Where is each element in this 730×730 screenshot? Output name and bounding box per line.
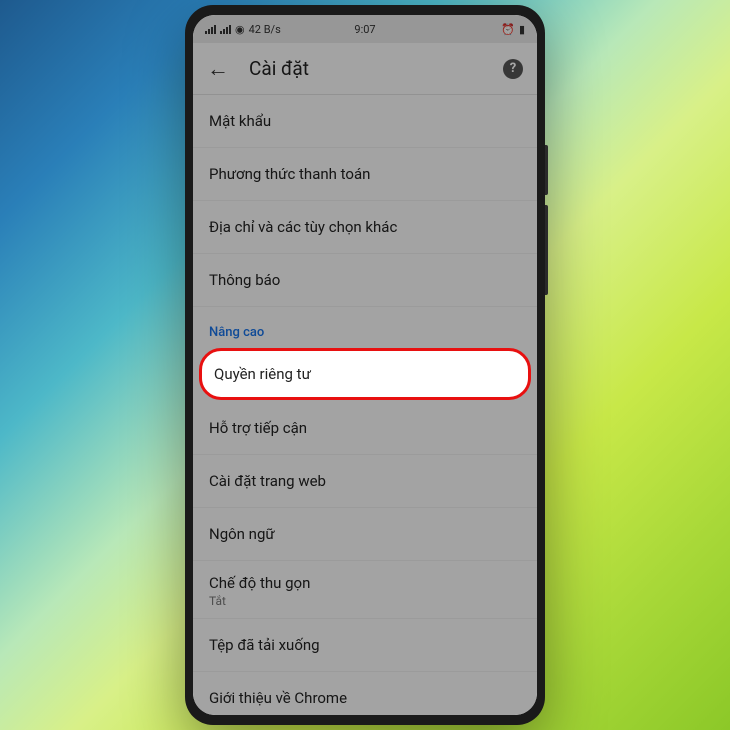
setting-label: Giới thiệu về Chrome xyxy=(209,689,347,707)
setting-label: Quyền riêng tư xyxy=(214,365,311,383)
setting-lite-mode[interactable]: Chế độ thu gọn Tắt xyxy=(193,561,537,619)
section-header-advanced: Nâng cao xyxy=(193,307,537,346)
setting-label: Địa chỉ và các tùy chọn khác xyxy=(209,218,397,236)
setting-privacy[interactable]: Quyền riêng tư xyxy=(199,348,531,400)
setting-passwords[interactable]: Mật khẩu xyxy=(193,95,537,148)
setting-addresses[interactable]: Địa chỉ và các tùy chọn khác xyxy=(193,201,537,254)
status-time: 9:07 xyxy=(354,23,375,36)
battery-icon: ▮ xyxy=(519,23,525,36)
phone-screen: ◉ 42 B/s 9:07 ⏰ ▮ ← Cài đặt ? Mật khẩu P… xyxy=(193,15,537,715)
setting-label: Thông báo xyxy=(209,271,280,289)
setting-about[interactable]: Giới thiệu về Chrome xyxy=(193,672,537,715)
setting-label: Chế độ thu gọn xyxy=(209,574,521,592)
status-left: ◉ 42 B/s xyxy=(205,23,281,36)
back-button[interactable]: ← xyxy=(207,56,229,82)
signal-icon-2 xyxy=(220,24,231,34)
settings-list: Mật khẩu Phương thức thanh toán Địa chỉ … xyxy=(193,95,537,715)
setting-notifications[interactable]: Thông báo xyxy=(193,254,537,307)
setting-label: Phương thức thanh toán xyxy=(209,165,370,183)
app-bar: ← Cài đặt ? xyxy=(193,43,537,95)
network-speed: 42 B/s xyxy=(249,23,281,36)
phone-frame: ◉ 42 B/s 9:07 ⏰ ▮ ← Cài đặt ? Mật khẩu P… xyxy=(185,5,545,725)
setting-payment[interactable]: Phương thức thanh toán xyxy=(193,148,537,201)
status-bar: ◉ 42 B/s 9:07 ⏰ ▮ xyxy=(193,15,537,43)
setting-sublabel: Tắt xyxy=(209,594,521,608)
alarm-icon: ⏰ xyxy=(501,23,515,36)
setting-site[interactable]: Cài đặt trang web xyxy=(193,455,537,508)
setting-label: Hỗ trợ tiếp cận xyxy=(209,419,307,437)
setting-label: Mật khẩu xyxy=(209,112,271,130)
setting-downloads[interactable]: Tệp đã tải xuống xyxy=(193,619,537,672)
setting-label: Ngôn ngữ xyxy=(209,525,275,543)
status-right: ⏰ ▮ xyxy=(501,23,525,36)
wifi-icon: ◉ xyxy=(235,23,245,36)
signal-icon xyxy=(205,24,216,34)
setting-label: Tệp đã tải xuống xyxy=(209,636,320,654)
setting-label: Cài đặt trang web xyxy=(209,472,326,490)
setting-accessibility[interactable]: Hỗ trợ tiếp cận xyxy=(193,402,537,455)
setting-languages[interactable]: Ngôn ngữ xyxy=(193,508,537,561)
help-button[interactable]: ? xyxy=(503,59,523,79)
page-title: Cài đặt xyxy=(249,57,483,80)
